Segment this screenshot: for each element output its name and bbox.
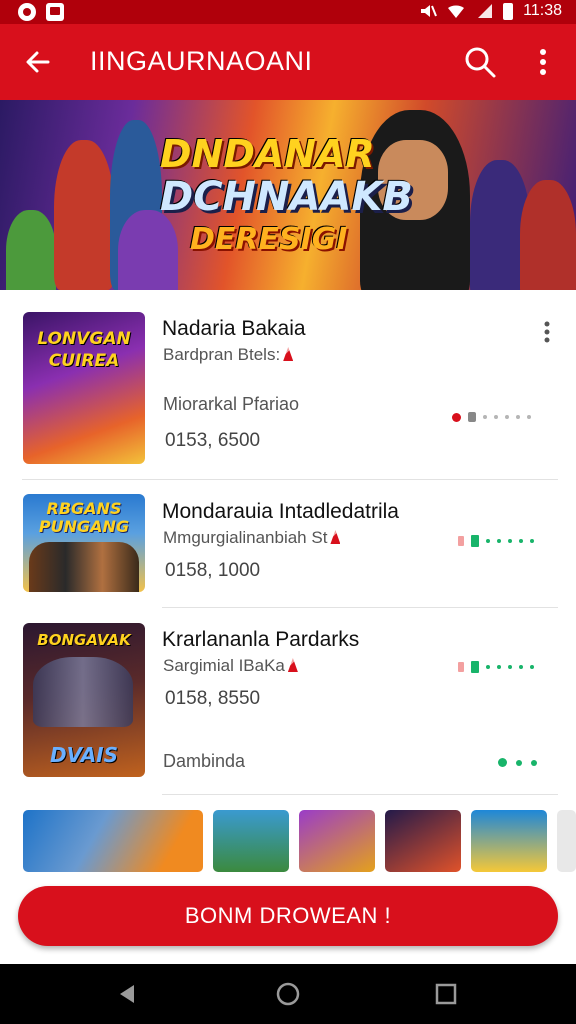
- banner-tagline: DERESIGI: [190, 222, 348, 257]
- flag-icon: [330, 530, 341, 544]
- game-thumb-2[interactable]: [213, 810, 289, 872]
- rating-indicator: [452, 412, 531, 422]
- game-thumbnail-strip: [0, 810, 576, 872]
- game-title: Krarlananla Pardarks: [162, 628, 360, 651]
- nav-recents-icon[interactable]: [434, 982, 458, 1006]
- list-item[interactable]: BONGAVAK DVAIS Krarlananla Pardarks Sarg…: [0, 608, 576, 794]
- rating-indicator: [458, 535, 534, 547]
- more-options-icon[interactable]: [528, 44, 558, 80]
- back-arrow-icon[interactable]: [22, 46, 54, 78]
- game-thumb-3[interactable]: [299, 810, 375, 872]
- game-subtitle: Mmgurgialinanbiah St: [163, 528, 341, 548]
- cell-signal-icon: [478, 4, 493, 18]
- list-item[interactable]: RBGANS PUNGANG Mondarauia Intadledatrila…: [0, 480, 576, 608]
- more-indicator: [498, 758, 537, 767]
- clock: 11:38: [523, 2, 562, 19]
- rating-indicator: [458, 661, 534, 673]
- game-thumb-5[interactable]: [471, 810, 547, 872]
- app-bar: IINGAURNAOANI: [0, 24, 576, 100]
- list-item[interactable]: LONVGAN CUIREA Nadaria Bakaia Bardpran B…: [0, 290, 576, 480]
- game-title: Mondarauia Intadledatrila: [162, 500, 399, 523]
- character-illustration: [118, 210, 178, 290]
- game-category: Miorarkal Pfariao: [163, 394, 300, 414]
- wifi-icon: [448, 5, 465, 18]
- character-illustration: [6, 210, 56, 290]
- game-subtitle: Bardpran Btels:: [163, 345, 294, 365]
- character-illustration: [54, 140, 114, 290]
- bottom-action-area: BONM DROWEAN !: [0, 872, 576, 964]
- game-developer: Dambinda: [163, 751, 246, 771]
- game-downloads: 0153, 6500: [165, 430, 261, 451]
- game-thumb-1[interactable]: [23, 810, 203, 872]
- hero-banner[interactable]: DNDANAR DCHNAAKB DERESIGI: [0, 100, 576, 290]
- game-thumbnail[interactable]: RBGANS PUNGANG: [23, 494, 145, 592]
- game-thumb-4[interactable]: [385, 810, 461, 872]
- app-notification-icon: [18, 3, 36, 21]
- game-subtitle: Sargimial IBaKa: [163, 656, 298, 676]
- character-illustration: [520, 180, 576, 290]
- nav-home-icon[interactable]: [276, 982, 300, 1006]
- game-downloads: 0158, 8550: [165, 688, 261, 709]
- page-title: IINGAURNAOANI: [90, 46, 313, 76]
- search-icon[interactable]: [462, 44, 498, 80]
- divider: [162, 794, 558, 795]
- game-downloads: 0158, 1000: [165, 560, 261, 581]
- status-bar: 11:38: [0, 0, 576, 24]
- flag-icon: [287, 658, 298, 672]
- mute-icon: [421, 5, 438, 17]
- item-menu-icon[interactable]: [540, 320, 554, 344]
- character-group: [33, 657, 133, 727]
- game-thumb-partial[interactable]: [557, 810, 576, 872]
- flag-icon: [283, 347, 294, 361]
- banner-headline-2: DCHNAAKB: [160, 174, 413, 220]
- banner-headline: DNDANAR: [160, 132, 375, 176]
- system-nav-bar: [0, 964, 576, 1024]
- nav-back-icon[interactable]: [116, 982, 140, 1006]
- character-group: [29, 542, 139, 592]
- image-notification-icon: [46, 3, 64, 21]
- battery-icon: [503, 2, 514, 20]
- game-title: Nadaria Bakaia: [162, 317, 306, 340]
- download-button[interactable]: BONM DROWEAN !: [18, 886, 558, 946]
- game-thumbnail[interactable]: BONGAVAK DVAIS: [23, 623, 145, 777]
- game-thumbnail[interactable]: LONVGAN CUIREA: [23, 312, 145, 464]
